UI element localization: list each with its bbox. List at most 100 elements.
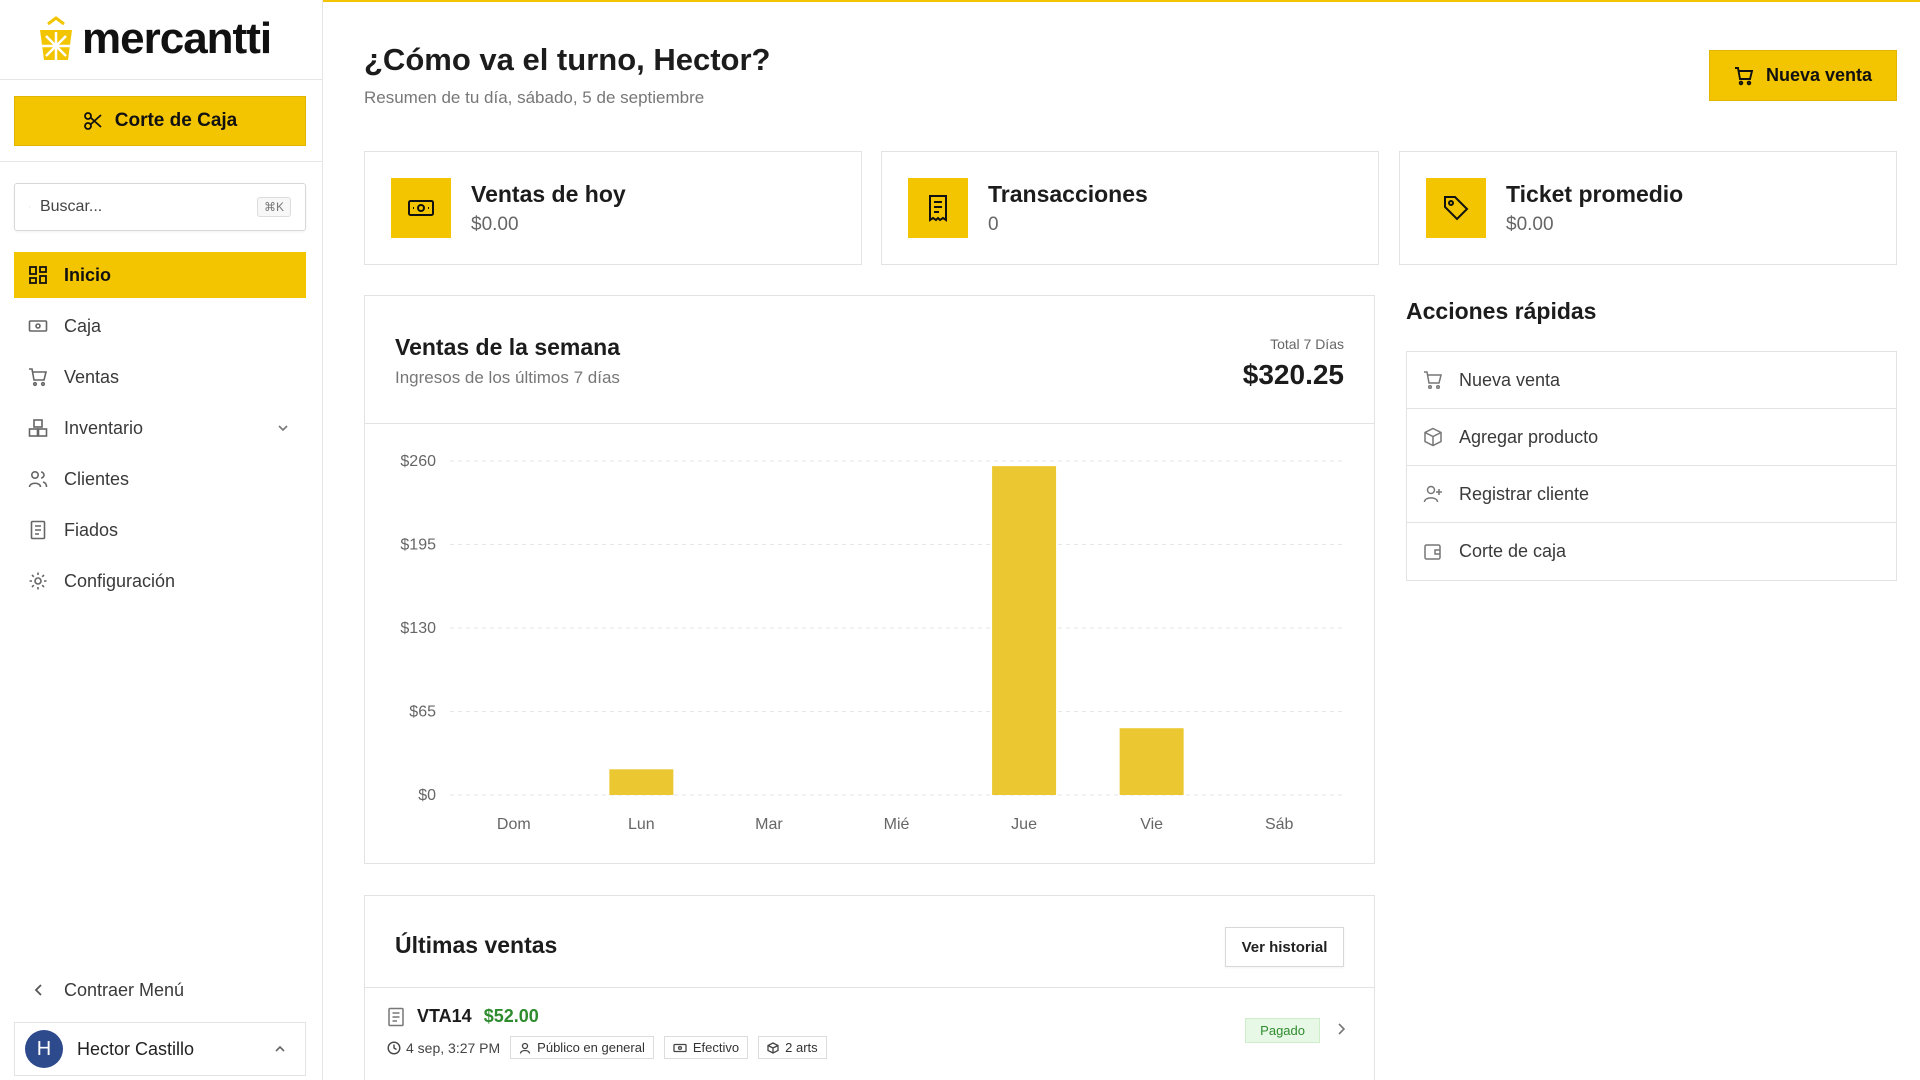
weekly-sales-title: Ventas de la semana: [395, 334, 621, 360]
quick-actions-list: Nueva venta Agregar producto Registrar c…: [1406, 351, 1897, 581]
sale-time: 4 sep, 3:27 PM: [387, 1040, 500, 1056]
gear-icon: [29, 572, 47, 590]
corte-de-caja-button[interactable]: Corte de Caja: [14, 96, 306, 146]
search-shortcut: ⌘K: [256, 197, 291, 217]
sidebar-item-inicio[interactable]: Inicio: [14, 252, 306, 298]
y-tick-label: $0: [418, 787, 436, 804]
status-badge: Pagado: [1245, 1018, 1320, 1043]
tag-icon: [1426, 178, 1486, 238]
ledger-icon: [30, 520, 46, 540]
cash-icon: [391, 178, 451, 238]
sidebar-nav: Inicio Caja Ventas Inventario Clientes F…: [14, 252, 306, 609]
sale-amount: $52.00: [483, 1006, 539, 1026]
quick-action-registrar-cliente[interactable]: Registrar cliente: [1407, 466, 1896, 523]
weekly-sales-chart: $0 $65 $130 $195 $260 Dom Lun Mar Mié Jue Vie Sáb: [400, 453, 1343, 833]
recent-sales-card: Últimas ventas Ver historial VTA14 $52.0…: [364, 895, 1375, 1080]
chevron-down-icon[interactable]: [276, 421, 290, 435]
divider: [0, 79, 322, 80]
weekly-sales-subtitle: Ingresos de los últimos 7 días: [395, 368, 620, 387]
y-tick-label: $195: [400, 537, 436, 554]
receipt-icon: [388, 1007, 404, 1026]
sidebar-item-label: Fiados: [64, 519, 119, 540]
avatar: H: [25, 1030, 63, 1068]
sidebar-item-caja[interactable]: Caja: [14, 303, 306, 349]
sale-summary: VTA14 $52.00: [387, 1006, 539, 1027]
sidebar-item-configuracion[interactable]: Configuración: [14, 558, 306, 604]
sidebar-item-label: Caja: [64, 315, 102, 336]
sidebar-item-clientes[interactable]: Clientes: [14, 456, 306, 502]
chevron-right-icon[interactable]: [1334, 1022, 1348, 1036]
collapse-menu-button[interactable]: Contraer Menú: [14, 970, 306, 1010]
sale-meta: 4 sep, 3:27 PM Público en general Efecti…: [387, 1036, 827, 1059]
chart-bar[interactable]: [609, 769, 674, 795]
boxes-icon: [28, 419, 48, 437]
x-tick-label: Mié: [884, 816, 910, 833]
cash-icon: [28, 320, 48, 332]
divider: [0, 161, 322, 162]
user-name: Hector Castillo: [77, 1038, 195, 1059]
sale-id: VTA14: [417, 1006, 472, 1026]
sidebar-item-label: Inventario: [64, 417, 144, 438]
x-tick-label: Vie: [1140, 816, 1163, 833]
view-history-button[interactable]: Ver historial: [1225, 927, 1344, 967]
cart-icon: [29, 368, 48, 387]
stat-card-transacciones: Transacciones 0: [881, 151, 1379, 265]
sidebar-item-fiados[interactable]: Fiados: [14, 507, 306, 553]
logo-icon: [40, 16, 72, 60]
stat-title: Ticket promedio: [1506, 180, 1684, 207]
items-count-chip: 2 arts: [758, 1036, 827, 1059]
brand-name: mercantti: [82, 14, 272, 63]
search-input[interactable]: [39, 198, 247, 216]
table-row[interactable]: VTA14 $52.00 4 sep, 3:27 PM Público en g…: [365, 988, 1374, 1076]
stat-card-ticket-promedio: Ticket promedio $0.00: [1399, 151, 1897, 265]
sale-time-text: 4 sep, 3:27 PM: [406, 1039, 501, 1056]
weekly-total-value: $320.25: [1242, 359, 1344, 390]
sidebar-item-inventario[interactable]: Inventario: [14, 405, 306, 451]
weekly-sales-card: Ventas de la semana Ingresos de los últi…: [364, 295, 1375, 864]
sidebar-item-label: Clientes: [64, 468, 130, 489]
customer-chip: Público en general: [510, 1036, 654, 1059]
quick-action-nueva-venta[interactable]: Nueva venta: [1407, 352, 1896, 409]
weekly-total-label: Total 7 Días: [1270, 336, 1344, 352]
corte-de-caja-label: Corte de Caja: [114, 110, 238, 131]
top-accent-line: [323, 0, 1920, 2]
stat-value: $0.00: [471, 213, 519, 235]
sidebar-item-ventas[interactable]: Ventas: [14, 354, 306, 400]
x-tick-label: Dom: [497, 816, 531, 833]
page-subtitle: Resumen de tu día, sábado, 5 de septiemb…: [364, 88, 705, 107]
weekly-sales-header: Ventas de la semana Ingresos de los últi…: [365, 296, 1374, 424]
stat-card-ventas-hoy: Ventas de hoy $0.00: [364, 151, 862, 265]
sidebar-item-label: Inicio: [64, 264, 112, 285]
cart-icon: [1734, 66, 1754, 85]
payment-method-text: Efectivo: [692, 1040, 740, 1055]
chart-bar[interactable]: [1119, 728, 1184, 795]
search-box[interactable]: ⌘K: [14, 183, 306, 231]
items-count-text: 2 arts: [785, 1040, 818, 1055]
x-tick-label: Mar: [755, 816, 783, 833]
y-tick-label: $130: [400, 620, 436, 637]
user-icon: [520, 1042, 531, 1054]
receipt-icon: [908, 178, 968, 238]
sidebar-item-label: Configuración: [64, 570, 176, 591]
quick-action-label: Agregar producto: [1459, 426, 1599, 447]
y-tick-label: $65: [409, 704, 436, 721]
x-tick-label: Lun: [628, 816, 655, 833]
grid-icon: [29, 266, 47, 284]
quick-action-corte-de-caja[interactable]: Corte de caja: [1407, 523, 1896, 580]
chart-bar[interactable]: [992, 466, 1057, 795]
recent-sales-title: Últimas ventas: [395, 932, 558, 958]
x-tick-label: Jue: [1011, 816, 1037, 833]
cart-icon: [1424, 371, 1442, 390]
quick-action-label: Nueva venta: [1459, 369, 1561, 390]
quick-action-agregar-producto[interactable]: Agregar producto: [1407, 409, 1896, 466]
quick-action-label: Corte de caja: [1459, 541, 1567, 561]
payment-method-chip: Efectivo: [663, 1036, 749, 1059]
user-menu[interactable]: H Hector Castillo: [14, 1022, 306, 1076]
box-icon: [767, 1041, 779, 1054]
clock-icon: [387, 1040, 401, 1055]
collapse-menu-label: Contraer Menú: [64, 979, 185, 1000]
customer-chip-text: Público en general: [537, 1040, 645, 1055]
quick-action-label: Registrar cliente: [1459, 483, 1590, 504]
new-sale-button[interactable]: Nueva venta: [1709, 50, 1897, 101]
brand-logo[interactable]: mercantti: [36, 14, 272, 64]
